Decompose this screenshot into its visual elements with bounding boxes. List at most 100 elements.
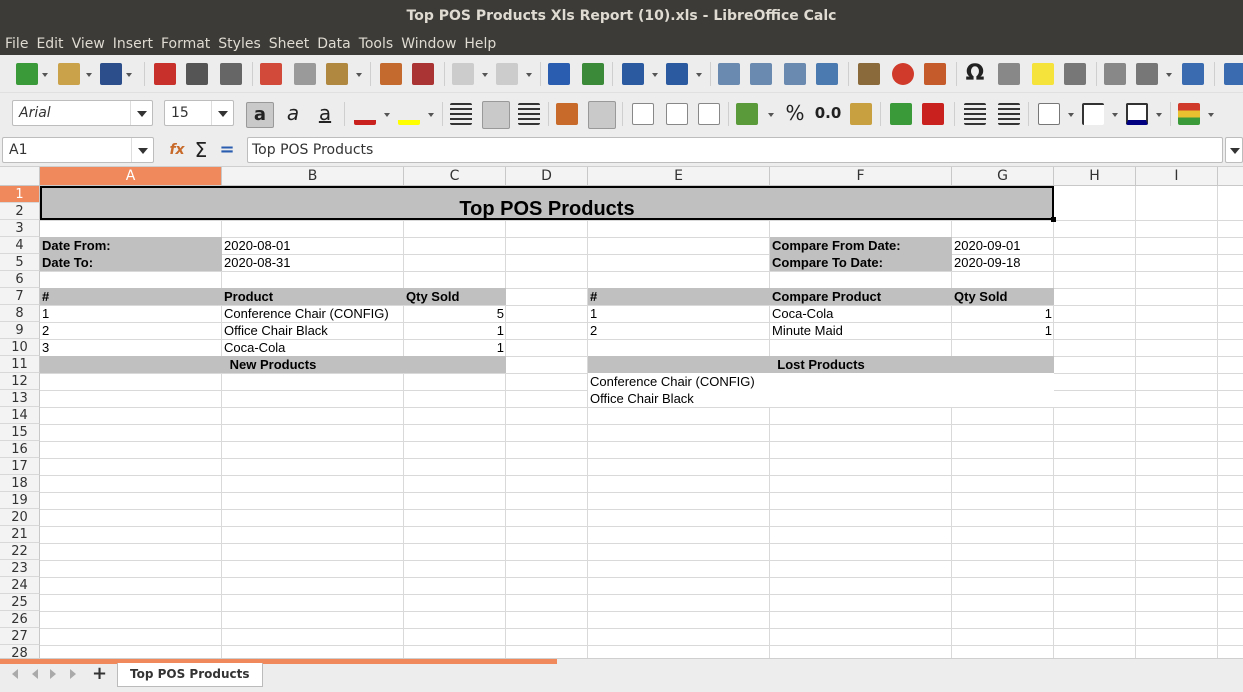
number-format-icon[interactable]: 0.0 <box>814 102 842 124</box>
undo-icon[interactable] <box>452 63 474 85</box>
print-icon[interactable] <box>186 63 208 85</box>
column-header-h[interactable]: H <box>1054 167 1136 186</box>
underline-icon[interactable]: a <box>314 102 336 124</box>
function-wizard-icon[interactable]: fx <box>166 139 188 161</box>
table-cell[interactable]: Coca-Cola <box>770 305 952 322</box>
compare-from-label[interactable]: Compare From Date: <box>770 237 952 254</box>
row-header[interactable]: 11 <box>0 356 40 373</box>
row-header[interactable]: 3 <box>0 220 40 237</box>
border-color-icon[interactable] <box>1126 103 1148 125</box>
table-cell[interactable]: 3 <box>40 339 222 356</box>
chevron-down-icon[interactable] <box>131 138 153 162</box>
row-header[interactable]: 10 <box>0 339 40 356</box>
name-box[interactable]: A1 <box>2 137 154 163</box>
new-document-icon[interactable] <box>16 63 38 85</box>
column-header-e[interactable]: E <box>588 167 770 186</box>
menu-view[interactable]: View <box>67 33 108 55</box>
increase-indent-icon[interactable] <box>964 103 986 125</box>
special-character-icon[interactable]: Ω <box>964 63 986 85</box>
row-header[interactable]: 26 <box>0 611 40 628</box>
chevron-down-icon[interactable] <box>211 101 233 125</box>
column-header-j[interactable] <box>1218 167 1243 186</box>
table-header-cell[interactable]: Qty Sold <box>952 288 1054 305</box>
formula-input[interactable]: Top POS Products <box>247 137 1223 163</box>
paste-icon[interactable] <box>326 63 348 85</box>
last-sheet-icon[interactable] <box>70 669 76 679</box>
align-left-icon[interactable] <box>450 103 472 125</box>
redo-icon[interactable] <box>496 63 518 85</box>
freeze-rows-columns-icon[interactable] <box>1136 63 1158 85</box>
new-products-header[interactable]: New Products <box>40 356 506 373</box>
row-header[interactable]: 18 <box>0 475 40 492</box>
print-preview-icon[interactable] <box>220 63 242 85</box>
spreadsheet-grid[interactable]: A B C D E F G H I 1 2 3 4 5 6 7 8 9 10 1… <box>0 167 1243 658</box>
add-decimal-place-icon[interactable] <box>890 103 912 125</box>
menu-window[interactable]: Window <box>396 33 459 55</box>
hyperlink-icon[interactable] <box>998 63 1020 85</box>
define-print-area-icon[interactable] <box>1104 63 1126 85</box>
insert-chart-icon[interactable] <box>892 63 914 85</box>
row-header[interactable]: 2 <box>0 203 40 220</box>
percent-format-icon[interactable]: % <box>784 102 806 124</box>
row-header[interactable]: 21 <box>0 526 40 543</box>
font-size-box[interactable]: 15 <box>164 100 234 126</box>
decrease-indent-icon[interactable] <box>998 103 1020 125</box>
font-color-icon[interactable] <box>354 103 376 125</box>
formula-icon[interactable]: = <box>216 139 238 161</box>
table-cell[interactable]: 2 <box>588 322 770 339</box>
menu-file[interactable]: File <box>0 33 31 55</box>
align-middle-icon[interactable] <box>666 103 688 125</box>
date-from-label[interactable]: Date From: <box>40 237 222 254</box>
sort-ascending-icon[interactable] <box>750 63 772 85</box>
table-header-cell[interactable]: Product <box>222 288 404 305</box>
compare-to-value[interactable]: 2020-09-18 <box>952 254 1054 271</box>
column-header-b[interactable]: B <box>222 167 404 186</box>
lost-product-item[interactable]: Conference Chair (CONFIG) <box>588 373 1054 390</box>
date-format-icon[interactable] <box>850 103 872 125</box>
compare-from-value[interactable]: 2020-09-01 <box>952 237 1054 254</box>
save-icon[interactable] <box>100 63 122 85</box>
table-cell[interactable]: 1 <box>40 305 222 322</box>
row-header[interactable]: 15 <box>0 424 40 441</box>
row-header[interactable]: 17 <box>0 458 40 475</box>
sheet-tab-top-pos-products[interactable]: Top POS Products <box>117 663 263 687</box>
split-window-icon[interactable] <box>1182 63 1204 85</box>
row-header[interactable]: 5 <box>0 254 40 271</box>
row-header[interactable]: 1 <box>0 186 40 203</box>
clone-formatting-icon[interactable] <box>380 63 402 85</box>
table-cell[interactable]: 1 <box>952 322 1054 339</box>
horizontal-scrollbar[interactable] <box>0 659 557 664</box>
column-header-c[interactable]: C <box>404 167 506 186</box>
borders-icon[interactable] <box>1038 103 1060 125</box>
fill-handle[interactable] <box>1051 217 1056 222</box>
table-cell[interactable]: 1 <box>952 305 1054 322</box>
insert-image-icon[interactable] <box>858 63 880 85</box>
merge-center-icon[interactable] <box>588 101 616 129</box>
menu-help[interactable]: Help <box>459 33 499 55</box>
column-icon[interactable] <box>666 63 688 85</box>
table-cell[interactable]: 1 <box>404 339 506 356</box>
highlighting-color-icon[interactable] <box>398 103 420 125</box>
table-header-cell[interactable]: # <box>40 288 222 305</box>
row-header[interactable]: 19 <box>0 492 40 509</box>
table-cell[interactable]: Coca-Cola <box>222 339 404 356</box>
conditional-format-icon[interactable] <box>1178 103 1200 125</box>
pivot-table-icon[interactable] <box>924 63 946 85</box>
row-header[interactable]: 27 <box>0 628 40 645</box>
row-icon[interactable] <box>622 63 644 85</box>
column-header-i[interactable]: I <box>1136 167 1218 186</box>
border-style-icon[interactable] <box>1082 103 1104 125</box>
menu-styles[interactable]: Styles <box>213 33 263 55</box>
export-pdf-icon[interactable] <box>154 63 176 85</box>
align-bottom-icon[interactable] <box>698 103 720 125</box>
row-header[interactable]: 6 <box>0 271 40 288</box>
menu-data[interactable]: Data <box>312 33 353 55</box>
table-header-cell[interactable]: Compare Product <box>770 288 952 305</box>
lost-product-item[interactable]: Office Chair Black <box>588 390 1054 407</box>
currency-format-icon[interactable] <box>736 103 758 125</box>
italic-icon[interactable]: a <box>282 102 304 124</box>
table-cell[interactable]: 5 <box>404 305 506 322</box>
find-replace-icon[interactable] <box>548 63 570 85</box>
first-sheet-icon[interactable] <box>12 669 18 679</box>
row-header[interactable]: 12 <box>0 373 40 390</box>
